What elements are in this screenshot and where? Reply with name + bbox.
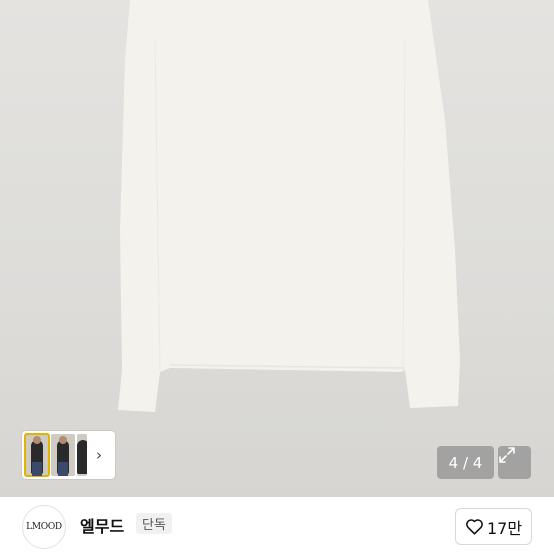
exclusive-badge: 단독 xyxy=(136,513,172,534)
like-count: 17만 xyxy=(486,518,523,538)
expand-icon xyxy=(499,447,515,463)
image-counter: 4 / 4 xyxy=(437,446,494,479)
thumbnail-1[interactable] xyxy=(24,433,50,477)
expand-button[interactable] xyxy=(498,446,531,479)
brand-name[interactable]: 엘무드 xyxy=(80,513,124,537)
thumbnail-2[interactable] xyxy=(51,434,75,476)
brand-logo-text: LMOOD xyxy=(26,522,62,532)
sweater-illustration xyxy=(118,0,460,412)
thumbnail-strip: › xyxy=(22,431,115,479)
thumbnail-3[interactable] xyxy=(77,434,87,476)
heart-outline-icon xyxy=(466,519,483,535)
brand-bar: LMOOD 엘무드 단독 17만 xyxy=(0,497,554,554)
chevron-right-icon[interactable]: › xyxy=(92,434,106,476)
like-button[interactable]: 17만 xyxy=(455,508,532,545)
brand-logo[interactable]: LMOOD xyxy=(22,505,66,549)
product-image[interactable]: › 4 / 4 xyxy=(0,0,554,497)
